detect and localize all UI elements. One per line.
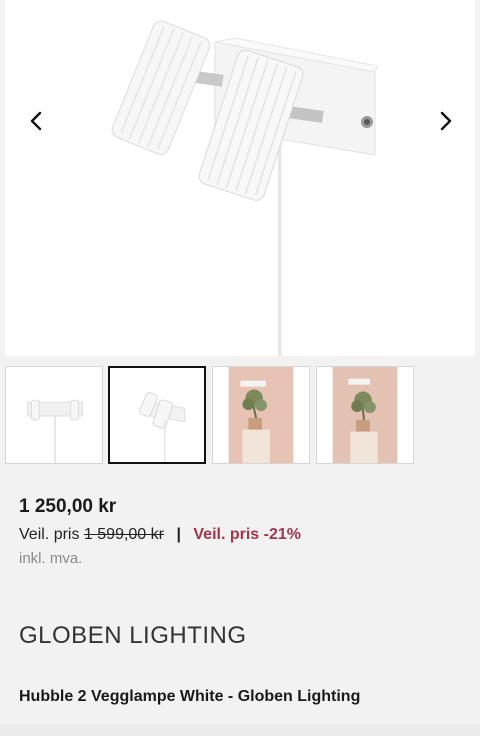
thumbnail-4[interactable]	[316, 366, 414, 464]
discount-badge: Veil. pris -21%	[193, 526, 301, 543]
rrp-separator: |	[176, 526, 181, 543]
thumbnail-1[interactable]	[5, 366, 103, 464]
product-main-image	[111, 20, 378, 356]
chevron-right-icon	[440, 111, 452, 131]
section-divider	[0, 724, 480, 736]
product-image-gallery[interactable]	[5, 0, 475, 356]
thumbnail-image	[6, 367, 102, 463]
recommended-price-line: Veil. pris 1 599,00 kr | Veil. pris -21%	[19, 526, 301, 544]
vat-note: inkl. mva.	[19, 550, 83, 567]
product-price: 1 250,00 kr	[19, 496, 117, 517]
gallery-next-button[interactable]	[429, 104, 463, 138]
thumbnail-2[interactable]	[108, 366, 206, 464]
chevron-left-icon	[30, 111, 42, 131]
rrp-label: Veil. pris	[19, 526, 80, 543]
thumbnail-image	[110, 368, 204, 462]
thumbnail-3[interactable]	[212, 366, 310, 464]
gallery-prev-button[interactable]	[19, 104, 53, 138]
brand-logo[interactable]: GLOBEN LIGHTING	[19, 622, 247, 650]
rrp-old-price: 1 599,00 kr	[83, 526, 164, 543]
thumbnail-image	[213, 367, 309, 463]
product-page: 1 250,00 kr Veil. pris 1 599,00 kr | Vei…	[0, 0, 480, 736]
thumbnail-image	[317, 367, 413, 463]
product-title: Hubble 2 Vegglampe White - Globen Lighti…	[19, 688, 361, 705]
